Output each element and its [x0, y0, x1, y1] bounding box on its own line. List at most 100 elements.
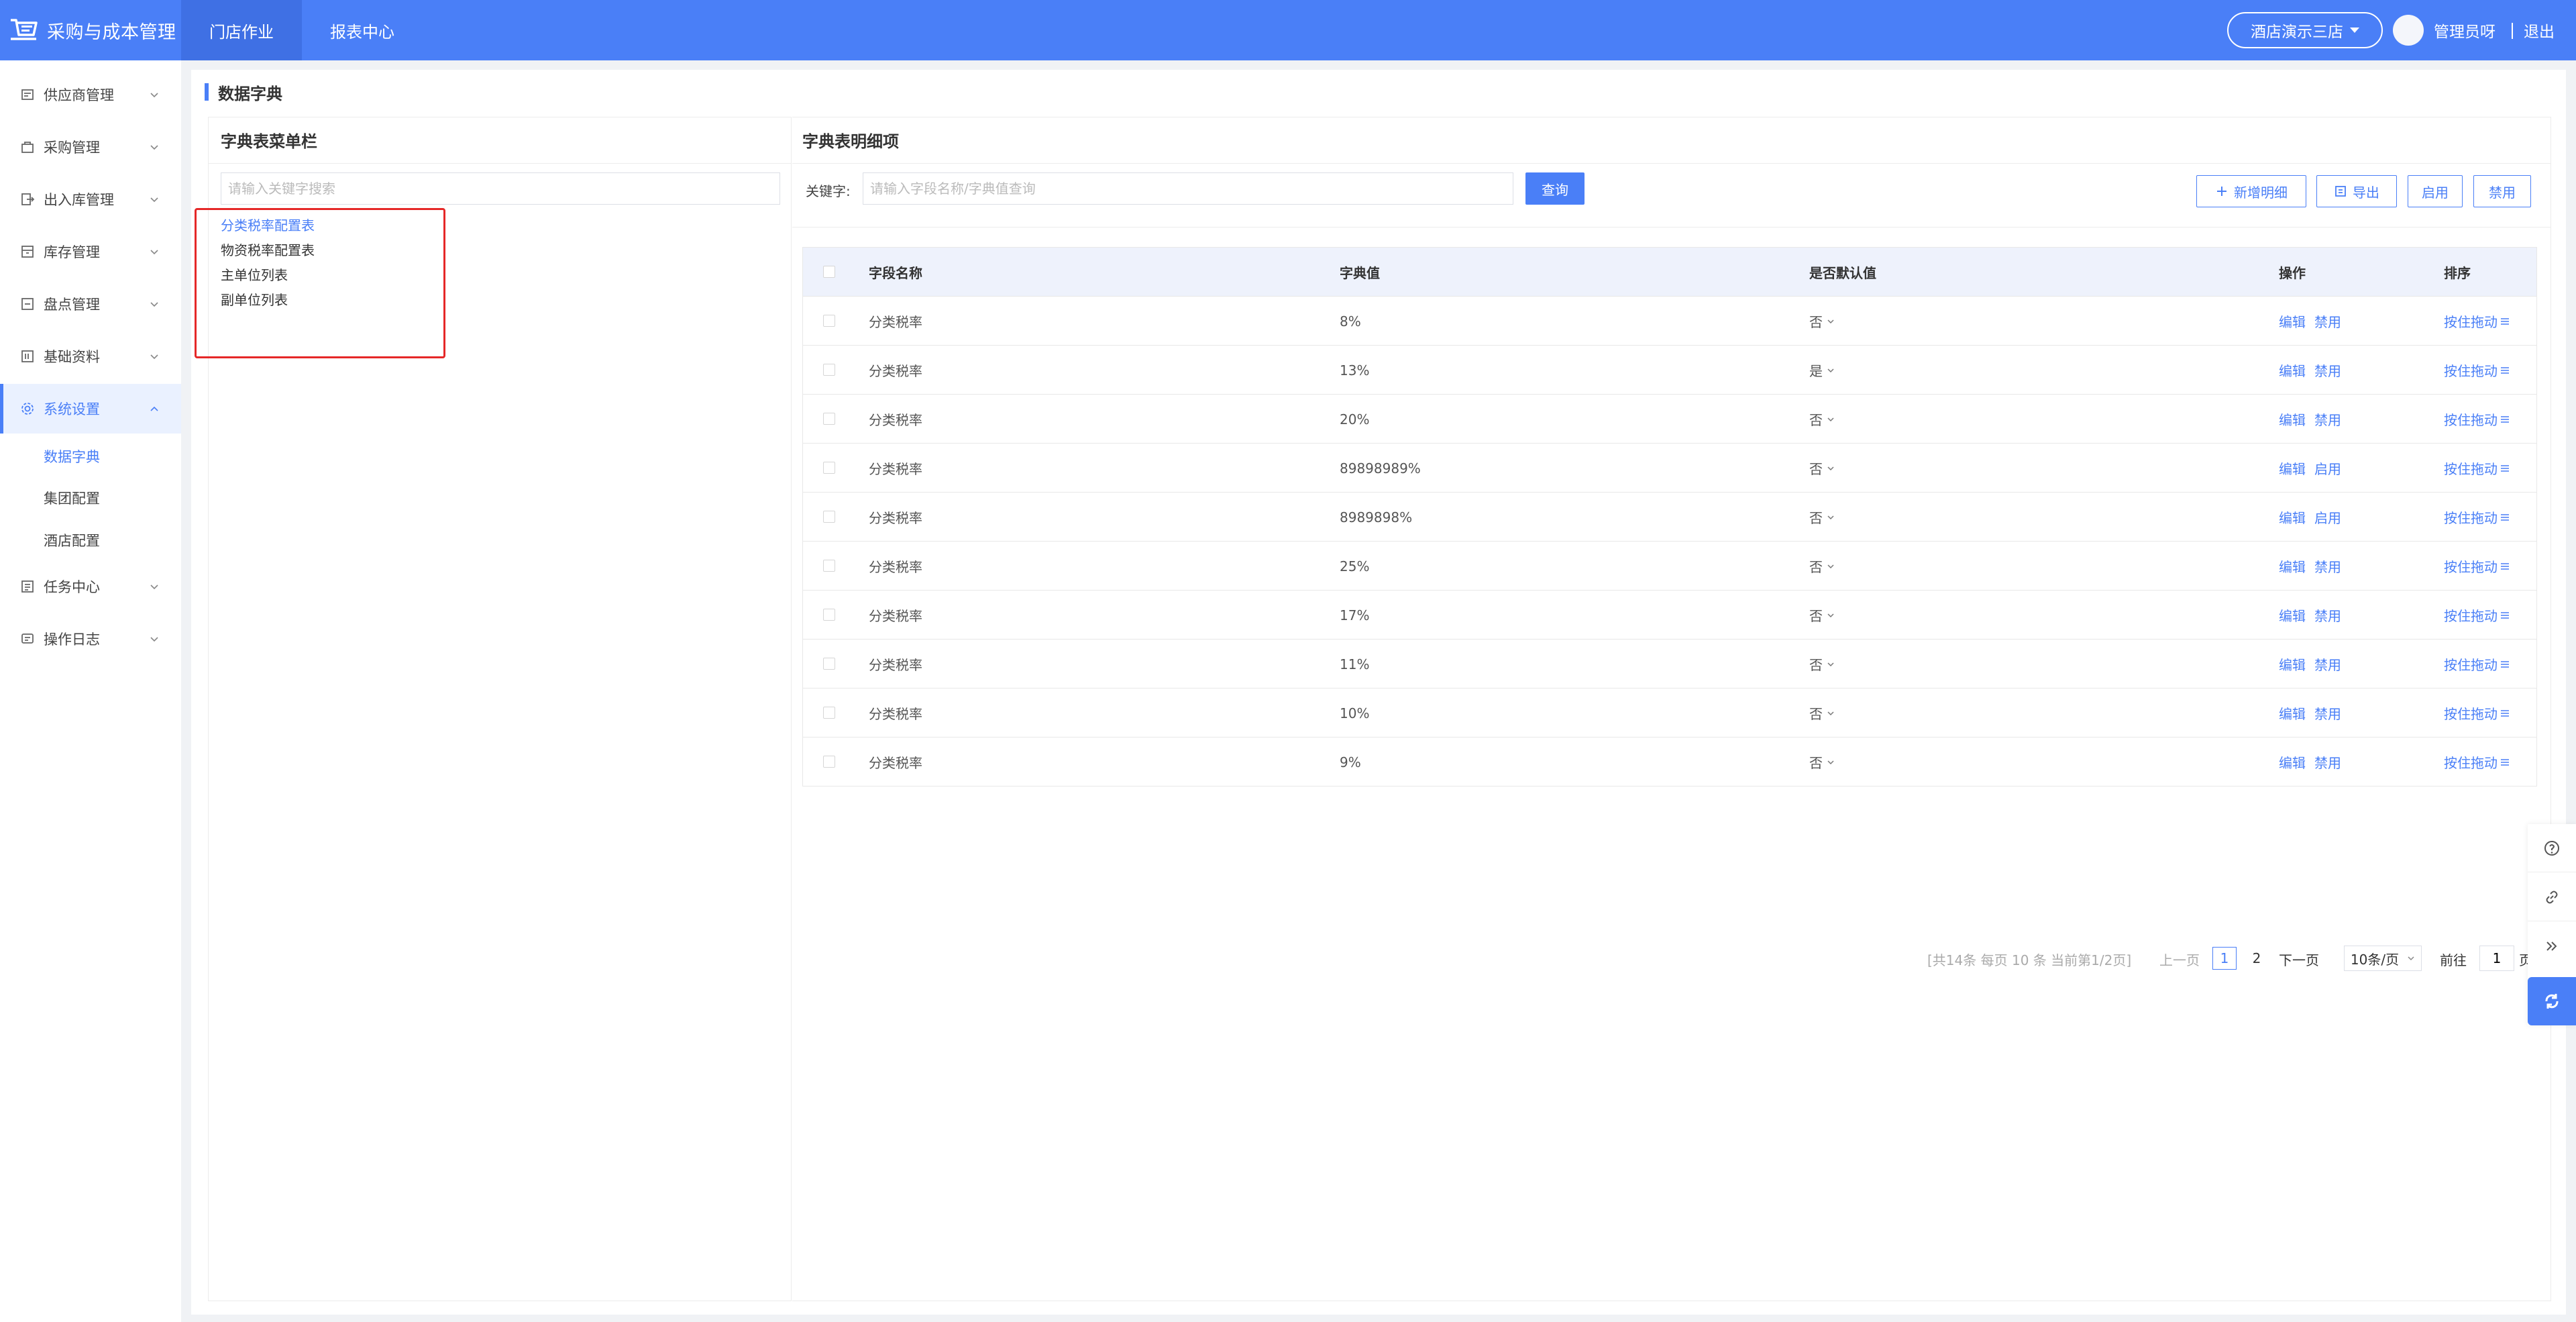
- help-button[interactable]: [2528, 824, 2576, 872]
- drag-sort-handle[interactable]: 按住拖动: [2444, 297, 2511, 346]
- default-select[interactable]: 否: [1809, 591, 1835, 640]
- default-select[interactable]: 否: [1809, 689, 1835, 738]
- select-all-checkbox[interactable]: [823, 266, 835, 278]
- disable-button[interactable]: 禁用: [2473, 175, 2531, 207]
- sidebar-item-inout[interactable]: 出入库管理: [0, 174, 181, 224]
- row-checkbox[interactable]: [823, 364, 835, 376]
- page-1-button[interactable]: 1: [2212, 947, 2237, 970]
- chevron-down-icon: [1827, 760, 1834, 764]
- row-checkbox[interactable]: [823, 413, 835, 425]
- prev-page-button[interactable]: 上一页: [2159, 950, 2200, 969]
- edit-link[interactable]: 编辑: [2279, 395, 2306, 444]
- edit-link[interactable]: 编辑: [2279, 640, 2306, 689]
- help-icon: [2544, 840, 2559, 856]
- drag-sort-label: 按住拖动: [2444, 608, 2498, 624]
- sidebar-item-operation-log[interactable]: 操作日志: [0, 614, 181, 664]
- sidebar-subitem-data-dictionary[interactable]: 数据字典: [44, 446, 100, 466]
- row-checkbox[interactable]: [823, 658, 835, 670]
- edit-link[interactable]: 编辑: [2279, 689, 2306, 738]
- collapse-button[interactable]: [2528, 922, 2576, 970]
- page-size-select[interactable]: 10条/页: [2344, 946, 2422, 971]
- col-sort: 排序: [2444, 264, 2471, 281]
- store-select-value: 酒店演示三店: [2251, 23, 2343, 41]
- sidebar-subitem-group-config[interactable]: 集团配置: [44, 488, 100, 508]
- export-button[interactable]: 导出: [2316, 175, 2397, 207]
- chevron-down-icon: [1827, 417, 1834, 421]
- page-2-button[interactable]: 2: [2245, 947, 2269, 970]
- drag-sort-handle[interactable]: 按住拖动: [2444, 395, 2511, 444]
- toggle-link[interactable]: 禁用: [2314, 640, 2341, 689]
- drag-sort-handle[interactable]: 按住拖动: [2444, 444, 2511, 493]
- sidebar-subitem-hotel-config[interactable]: 酒店配置: [44, 530, 100, 550]
- row-checkbox[interactable]: [823, 609, 835, 621]
- drag-sort-handle[interactable]: 按住拖动: [2444, 346, 2511, 395]
- refresh-button[interactable]: [2528, 977, 2576, 1025]
- sidebar-item-supplier[interactable]: 供应商管理: [0, 70, 181, 119]
- logout-link[interactable]: 退出: [2524, 0, 2555, 60]
- store-select[interactable]: 酒店演示三店: [2227, 12, 2383, 48]
- toggle-link[interactable]: 禁用: [2314, 542, 2341, 591]
- toggle-link[interactable]: 启用: [2314, 444, 2341, 493]
- sidebar-item-label: 任务中心: [44, 579, 100, 595]
- toggle-link[interactable]: 禁用: [2314, 591, 2341, 640]
- sidebar-item-inventory[interactable]: 库存管理: [0, 227, 181, 276]
- edit-link[interactable]: 编辑: [2279, 738, 2306, 786]
- default-select[interactable]: 否: [1809, 738, 1835, 786]
- toggle-link[interactable]: 禁用: [2314, 689, 2341, 738]
- toggle-link[interactable]: 启用: [2314, 493, 2341, 542]
- default-select[interactable]: 否: [1809, 542, 1835, 591]
- app-logo[interactable]: 采购与成本管理: [8, 0, 176, 60]
- row-checkbox[interactable]: [823, 315, 835, 327]
- default-select[interactable]: 否: [1809, 297, 1835, 346]
- chevron-down-icon: [150, 354, 158, 360]
- row-checkbox[interactable]: [823, 511, 835, 523]
- goto-page-input[interactable]: [2479, 946, 2514, 971]
- cell-field-name: 分类税率: [869, 510, 922, 526]
- sidebar-item-system-settings[interactable]: 系统设置: [0, 384, 181, 434]
- drag-sort-handle[interactable]: 按住拖动: [2444, 689, 2511, 738]
- drag-sort-handle[interactable]: 按住拖动: [2444, 738, 2511, 786]
- link-button[interactable]: [2528, 873, 2576, 921]
- drag-sort-handle[interactable]: 按住拖动: [2444, 493, 2511, 542]
- page-title-accent: [205, 83, 209, 101]
- sidebar-item-purchase[interactable]: 采购管理: [0, 122, 181, 172]
- nav-tab-store-ops[interactable]: 门店作业: [181, 0, 302, 60]
- row-checkbox[interactable]: [823, 462, 835, 474]
- sidebar-item-stocktake[interactable]: 盘点管理: [0, 279, 181, 329]
- toggle-link[interactable]: 禁用: [2314, 738, 2341, 786]
- row-checkbox[interactable]: [823, 560, 835, 572]
- next-page-button[interactable]: 下一页: [2279, 950, 2319, 969]
- edit-link[interactable]: 编辑: [2279, 542, 2306, 591]
- enable-button[interactable]: 启用: [2408, 175, 2463, 207]
- add-detail-button[interactable]: 新增明细: [2196, 175, 2306, 207]
- drag-sort-handle[interactable]: 按住拖动: [2444, 591, 2511, 640]
- edit-link[interactable]: 编辑: [2279, 493, 2306, 542]
- cell-field-name: 分类税率: [869, 706, 922, 722]
- default-select[interactable]: 否: [1809, 395, 1835, 444]
- edit-link[interactable]: 编辑: [2279, 297, 2306, 346]
- user-name[interactable]: 管理员呀: [2434, 0, 2496, 60]
- default-select[interactable]: 否: [1809, 640, 1835, 689]
- row-checkbox[interactable]: [823, 756, 835, 768]
- drag-sort-handle[interactable]: 按住拖动: [2444, 542, 2511, 591]
- query-button[interactable]: 查询: [1525, 172, 1585, 205]
- nav-tab-report-center[interactable]: 报表中心: [302, 0, 423, 60]
- toggle-link[interactable]: 禁用: [2314, 395, 2341, 444]
- edit-link[interactable]: 编辑: [2279, 444, 2306, 493]
- default-select[interactable]: 否: [1809, 444, 1835, 493]
- sidebar-item-basic-data[interactable]: 基础资料: [0, 332, 181, 381]
- edit-link[interactable]: 编辑: [2279, 591, 2306, 640]
- row-checkbox[interactable]: [823, 707, 835, 719]
- edit-link[interactable]: 编辑: [2279, 346, 2306, 395]
- dict-search-input[interactable]: [221, 172, 780, 205]
- default-select[interactable]: 否: [1809, 493, 1835, 542]
- toggle-link[interactable]: 禁用: [2314, 346, 2341, 395]
- detail-search-input[interactable]: [863, 172, 1513, 205]
- chevron-down-icon: [150, 197, 158, 203]
- drag-sort-handle[interactable]: 按住拖动: [2444, 640, 2511, 689]
- avatar[interactable]: [2393, 15, 2424, 46]
- default-select[interactable]: 是: [1809, 346, 1835, 395]
- sidebar-item-task-center[interactable]: 任务中心: [0, 562, 181, 611]
- default-select-value: 否: [1809, 559, 1823, 575]
- toggle-link[interactable]: 禁用: [2314, 297, 2341, 346]
